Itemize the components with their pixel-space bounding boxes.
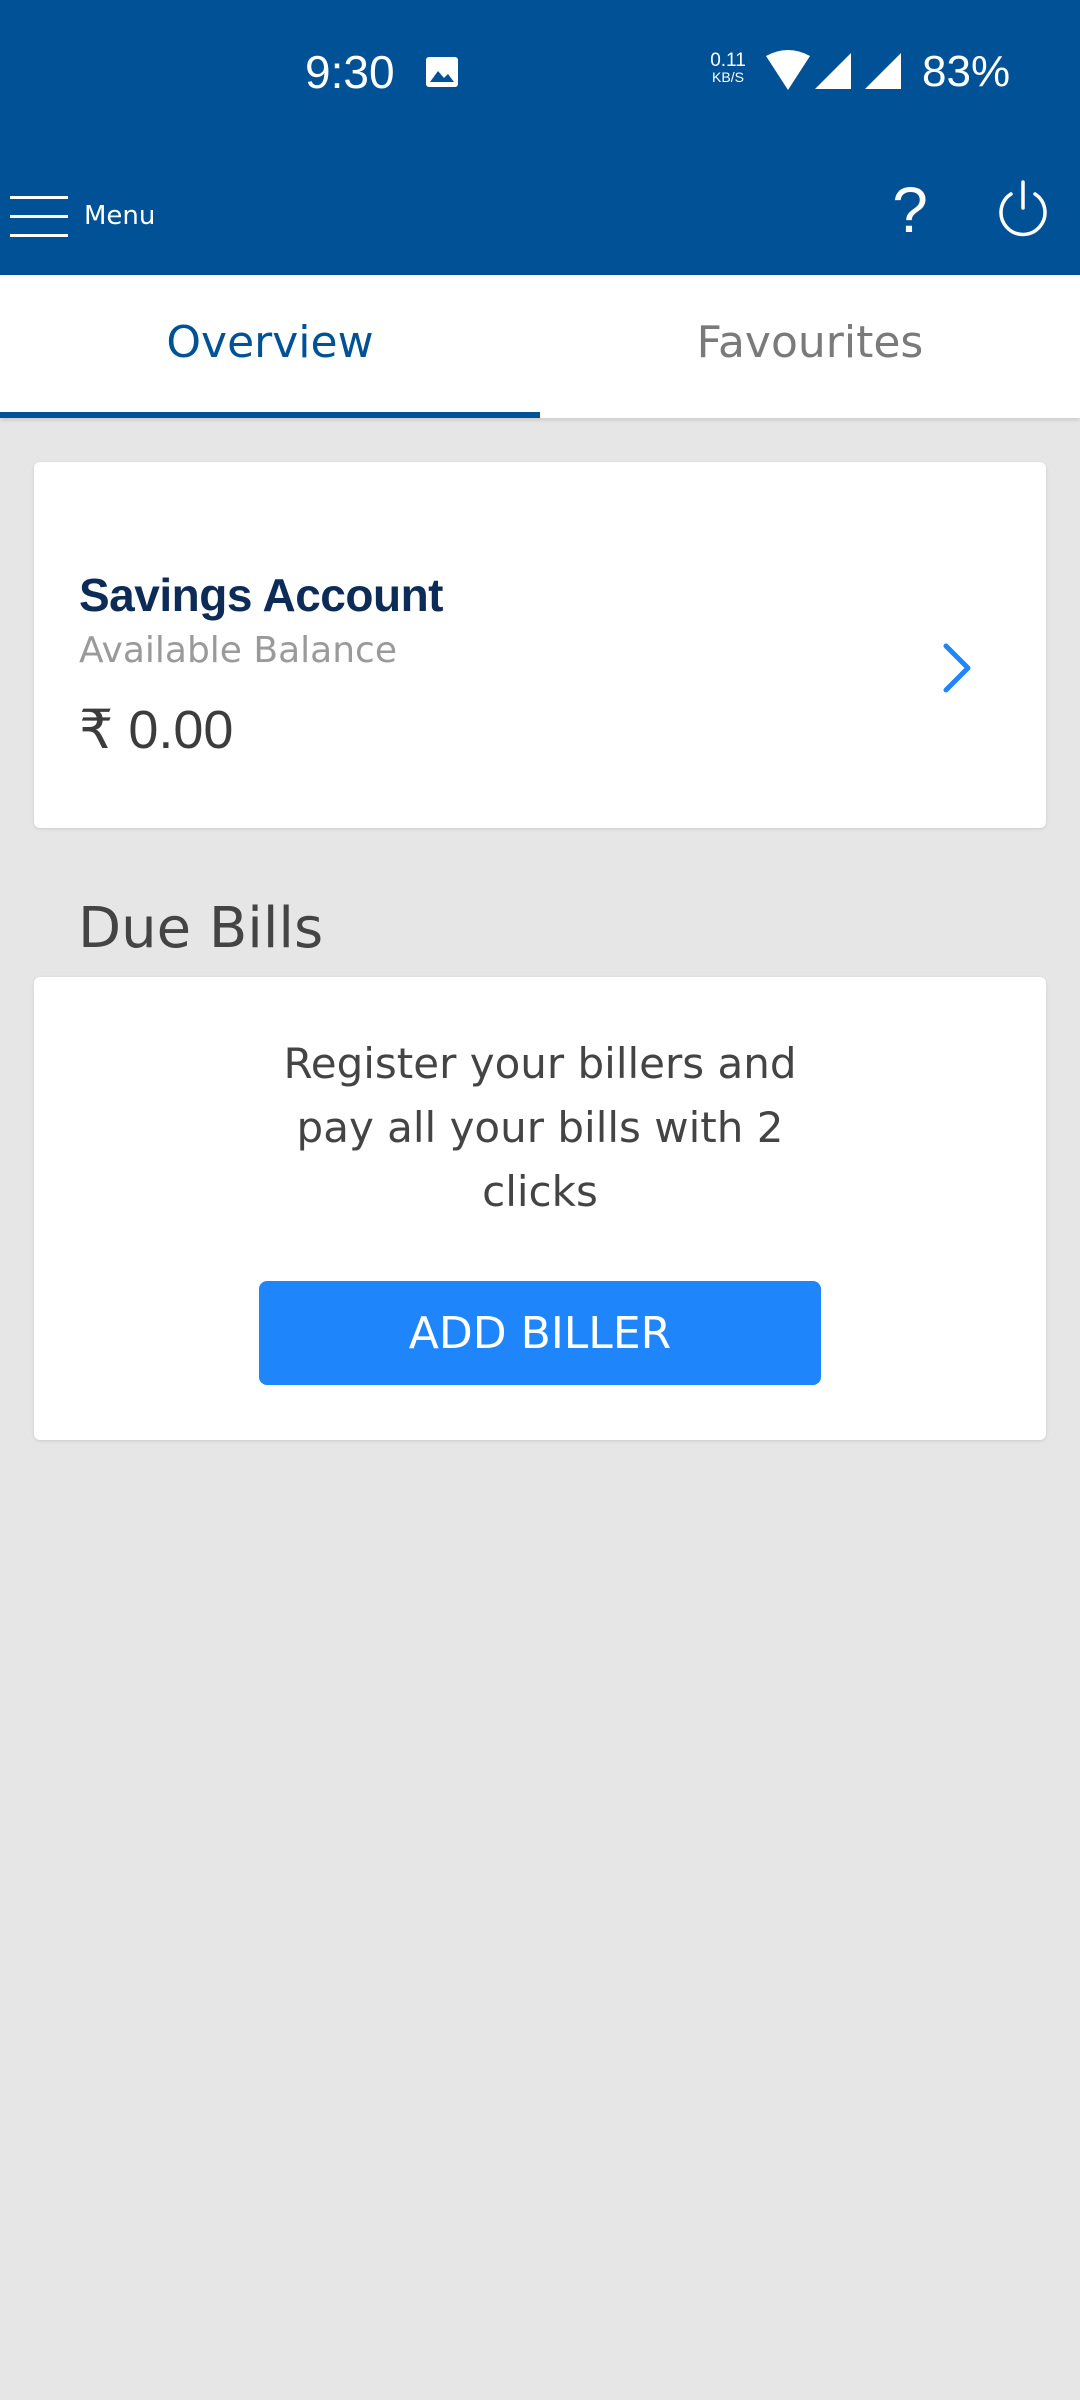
savings-account-card[interactable]: Savings Account Available Balance ₹ 0.00: [34, 462, 1046, 828]
gallery-icon: [426, 57, 458, 87]
signal-icon: [815, 53, 851, 89]
status-time: 9:30: [305, 46, 395, 98]
account-balance: ₹ 0.00: [79, 700, 234, 760]
tab-overview[interactable]: Overview: [0, 275, 540, 418]
network-speed-unit: KB/S: [712, 69, 744, 85]
signal-icon: [865, 53, 901, 89]
help-button[interactable]: ?: [880, 170, 940, 250]
battery-percentage: 83%: [922, 47, 1011, 96]
due-bills-card: Register your billers and pay all your b…: [34, 977, 1046, 1440]
power-icon[interactable]: [992, 172, 1054, 242]
app-bar: Menu ?: [0, 140, 1080, 275]
available-balance-label: Available Balance: [79, 630, 397, 671]
add-biller-button[interactable]: ADD BILLER: [259, 1281, 821, 1385]
due-bills-message: Register your billers and pay all your b…: [283, 1039, 797, 1216]
network-speed: 0.11 KB/S: [706, 50, 750, 86]
hamburger-menu-icon: [10, 196, 68, 237]
status-bar: 9:30 0.11 KB/S 83%: [0, 0, 1080, 140]
menu-button[interactable]: Menu: [0, 164, 200, 254]
wifi-icon: [766, 50, 810, 90]
chevron-right-icon[interactable]: [940, 640, 976, 696]
account-title: Savings Account: [79, 569, 443, 621]
menu-label: Menu: [84, 201, 156, 231]
active-tab-indicator: [0, 412, 540, 418]
due-bills-title: Due Bills: [78, 896, 324, 961]
network-speed-value: 0.11: [710, 50, 746, 71]
tab-bar: Overview Favourites: [0, 275, 1080, 418]
tab-favourites[interactable]: Favourites: [540, 275, 1080, 418]
